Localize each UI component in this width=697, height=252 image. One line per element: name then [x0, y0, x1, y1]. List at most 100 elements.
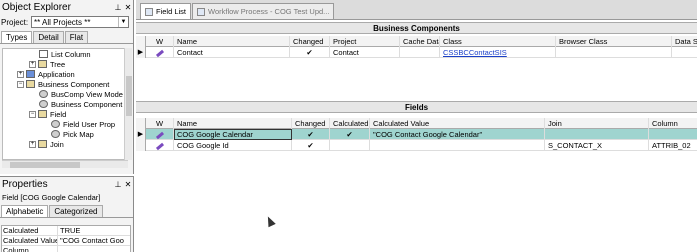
property-value[interactable]: TRUE — [58, 226, 130, 235]
property-row[interactable]: Calculated TRUE — [2, 226, 130, 236]
property-key: Column — [2, 246, 58, 252]
tree-vertical-scrollbar[interactable] — [124, 48, 132, 160]
cell-calculated-value[interactable]: "COG Contact Google Calendar" — [370, 129, 545, 140]
tree-item-business-component[interactable]: − Business Component — [17, 79, 109, 89]
tab-categorized[interactable]: Categorized — [49, 205, 103, 217]
siebel-tools-window: Object Explorer ⊥ ✕ Project: ** All Proj… — [0, 0, 697, 252]
tree-item-pick-map[interactable]: Pick Map — [51, 129, 94, 139]
expand-icon[interactable]: + — [29, 140, 36, 148]
cell-browser-class[interactable] — [556, 47, 672, 58]
column-header-changed[interactable]: Changed — [290, 36, 330, 47]
tree-item-field[interactable]: − Field — [29, 109, 66, 119]
close-icon[interactable]: ✕ — [123, 3, 133, 12]
column-header-w[interactable]: W — [146, 36, 174, 47]
column-header-data-source[interactable]: Data S — [672, 36, 697, 47]
column-header-name[interactable]: Name — [174, 36, 290, 47]
column-header-column[interactable]: Column — [649, 118, 697, 129]
cell-project[interactable]: Contact — [330, 47, 400, 58]
tree-item-field-user-prop[interactable]: Field User Prop — [51, 119, 115, 129]
chevron-down-icon[interactable]: ▼ — [118, 17, 128, 27]
table-row[interactable]: COG Google Id ✔ S_CONTACT_X ATTRIB_02 — [136, 140, 697, 151]
cell-join[interactable]: S_CONTACT_X — [545, 140, 649, 151]
cell-name[interactable]: Contact — [174, 47, 290, 58]
tab-field-list[interactable]: Field List — [140, 3, 192, 19]
property-value[interactable] — [58, 246, 130, 252]
tab-types[interactable]: Types — [1, 31, 33, 43]
tree-horizontal-scrollbar[interactable] — [2, 160, 128, 168]
tree-item-join[interactable]: + Join — [29, 139, 64, 149]
tree-item-application[interactable]: + Application — [17, 69, 75, 79]
project-dropdown[interactable]: ** All Projects ** ▼ — [31, 16, 129, 28]
tree-item-label: Join — [50, 139, 64, 149]
cell-data-source[interactable] — [672, 47, 697, 58]
object-explorer-pane: Object Explorer ⊥ ✕ Project: ** All Proj… — [0, 0, 134, 174]
tab-detail[interactable]: Detail — [33, 31, 64, 43]
project-label: Project: — [1, 17, 29, 27]
object-tree: List Column + Tree + Application − Busin… — [2, 48, 128, 160]
folder-icon — [38, 60, 47, 68]
column-header-project[interactable]: Project — [330, 36, 400, 47]
cell-changed[interactable]: ✔ — [290, 47, 330, 58]
object-explorer-tabs: Types Detail Flat — [0, 31, 133, 44]
tree-item-list-column[interactable]: List Column — [39, 49, 91, 59]
project-selector-row: Project: ** All Projects ** ▼ — [0, 15, 133, 29]
column-header-changed[interactable]: Changed — [292, 118, 330, 129]
collapse-icon[interactable]: − — [29, 110, 36, 118]
tree-item-label: Tree — [50, 59, 66, 69]
tree-item-label: List Column — [51, 49, 91, 59]
project-dropdown-value: ** All Projects ** — [34, 17, 91, 27]
pin-icon[interactable]: ⊥ — [113, 180, 123, 189]
cell-calculated[interactable] — [330, 140, 370, 151]
tab-workflow-process[interactable]: Workflow Process - COG Test Upd... — [192, 3, 335, 19]
cell-calculated[interactable]: ✔ — [330, 129, 370, 140]
property-row[interactable]: Column — [2, 246, 130, 252]
column-header-join[interactable]: Join — [545, 118, 649, 129]
cell-column[interactable]: ATTRIB_02 — [649, 140, 697, 151]
cell-changed[interactable]: ✔ — [292, 140, 330, 151]
edit-pencil-icon — [146, 47, 174, 58]
property-row[interactable]: Calculated Value "COG Contact Goo — [2, 236, 130, 246]
collapse-icon[interactable]: − — [17, 80, 24, 88]
column-header-w[interactable]: W — [146, 118, 174, 129]
column-header-cache-data[interactable]: Cache Data — [400, 36, 440, 47]
business-components-grid: W Name Changed Project Cache Data Class … — [136, 36, 697, 58]
workflow-icon — [197, 7, 206, 16]
cell-class-link[interactable]: CSSBCContactSIS — [440, 47, 556, 58]
column-header-name[interactable]: Name — [174, 118, 292, 129]
cell-changed[interactable]: ✔ — [292, 129, 330, 140]
property-value[interactable]: "COG Contact Goo — [58, 236, 130, 245]
row-selector[interactable] — [136, 140, 146, 151]
cell-column[interactable] — [649, 129, 697, 140]
table-row[interactable]: ▶ Contact ✔ Contact CSSBCContactSIS — [136, 47, 697, 58]
tab-flat[interactable]: Flat — [64, 31, 89, 43]
application-icon — [26, 70, 35, 78]
tree-item-business-component-child[interactable]: Business Component — [39, 99, 122, 109]
expand-icon[interactable]: + — [17, 70, 24, 78]
table-row-selected[interactable]: ▶ COG Google Calendar ✔ ✔ "COG Contact G… — [136, 129, 697, 140]
close-icon[interactable]: ✕ — [123, 180, 133, 189]
tab-alphabetic[interactable]: Alphabetic — [1, 205, 49, 217]
pin-icon[interactable]: ⊥ — [113, 3, 123, 12]
cell-cache-data[interactable] — [400, 47, 440, 58]
tree-item-label: Business Component — [38, 79, 110, 89]
object-explorer-title: Object Explorer — [2, 2, 71, 13]
tree-item-label: Pick Map — [63, 129, 94, 139]
cell-join[interactable] — [545, 129, 649, 140]
cell-name[interactable]: COG Google Id — [174, 140, 292, 151]
column-header-browser-class[interactable]: Browser Class — [556, 36, 672, 47]
gear-icon — [51, 120, 60, 128]
properties-pane: Properties ⊥ ✕ Field [COG Google Calenda… — [0, 176, 134, 252]
column-header-class[interactable]: Class — [440, 36, 556, 47]
scrollbar-thumb[interactable] — [10, 162, 80, 168]
column-header-calculated-value[interactable]: Calculated Value — [370, 118, 545, 129]
column-header-calculated[interactable]: Calculated — [330, 118, 370, 129]
cell-calculated-value[interactable] — [370, 140, 545, 151]
properties-title: Properties — [2, 179, 48, 190]
current-row-indicator: ▶ — [136, 129, 146, 140]
scrollbar-thumb[interactable] — [126, 76, 132, 116]
tree-item-label: Business Component — [51, 99, 123, 109]
cell-name[interactable]: COG Google Calendar — [174, 129, 292, 140]
expand-icon[interactable]: + — [29, 60, 36, 68]
tree-item-tree[interactable]: + Tree — [29, 59, 65, 69]
tree-item-buscomp-view-mode[interactable]: BusComp View Mode — [39, 89, 123, 99]
